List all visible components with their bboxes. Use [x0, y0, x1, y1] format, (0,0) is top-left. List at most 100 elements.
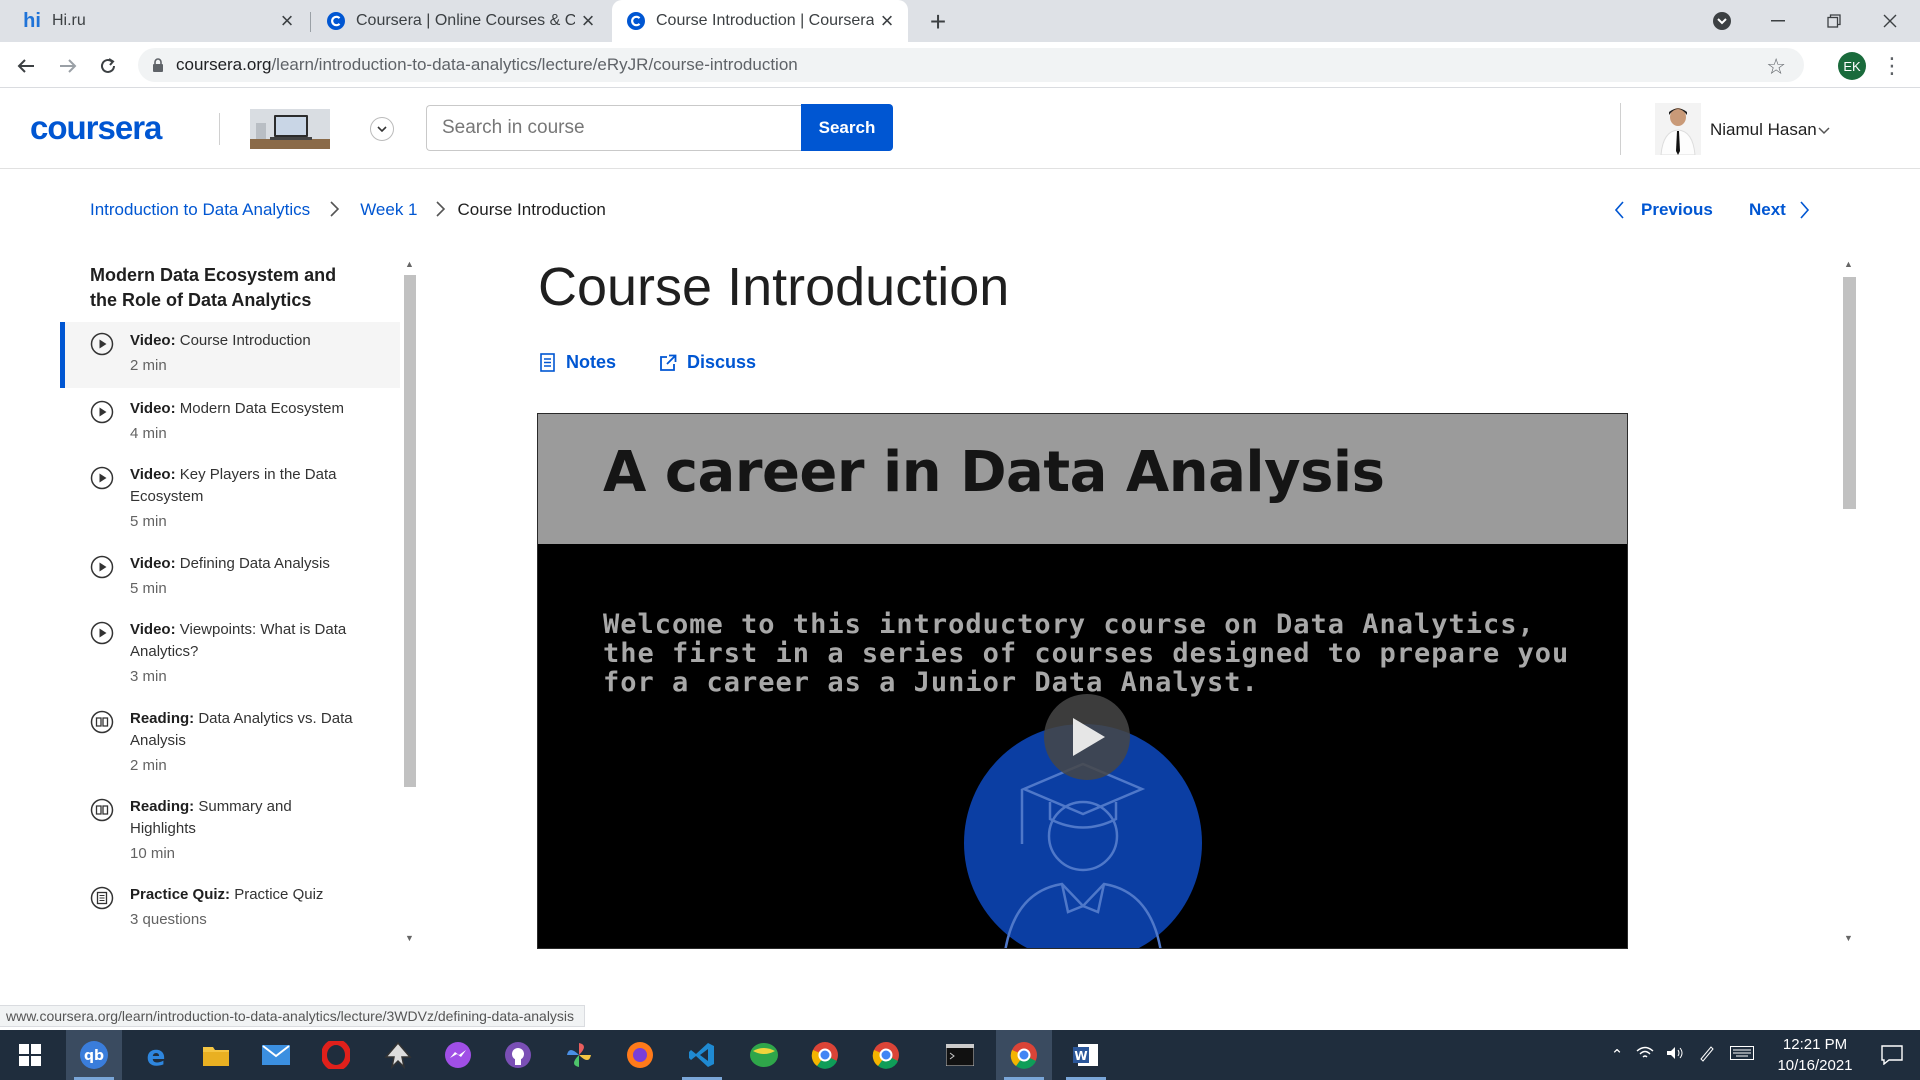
header-divider — [1620, 103, 1621, 155]
scroll-down-arrow-icon[interactable]: ▼ — [405, 933, 414, 943]
tab-coursera-home[interactable]: Coursera | Online Courses & Crec × — [312, 0, 609, 42]
minimize-window-icon[interactable] — [1750, 0, 1806, 42]
course-search-input[interactable] — [426, 105, 802, 151]
sidebar-item-practice-quiz[interactable]: Practice Quiz: Practice Quiz 3 questions — [60, 884, 400, 931]
notes-icon — [540, 352, 555, 372]
browser-menu-icon[interactable]: ⋮ — [1880, 52, 1904, 80]
tab-hi-ru[interactable]: hi Hi.ru × — [8, 0, 308, 42]
forward-arrow-icon[interactable] — [52, 50, 84, 82]
clock-date: 10/16/2021 — [1777, 1057, 1853, 1074]
module-sidebar: Modern Data Ecosystem and the Role of Da… — [60, 257, 420, 947]
chevron-right-icon — [435, 200, 446, 220]
chrome-ek-profile-icon[interactable] — [996, 1030, 1052, 1080]
user-avatar[interactable] — [1655, 103, 1701, 155]
breadcrumb-week-link[interactable]: Week 1 — [360, 200, 417, 220]
video-play-button[interactable] — [1044, 694, 1130, 780]
reload-icon[interactable] — [92, 50, 124, 82]
next-button[interactable]: Next — [1749, 200, 1810, 220]
sidebar-item-defining-data-analysis[interactable]: Video: Defining Data Analysis 5 min — [60, 553, 400, 600]
chevron-right-icon — [330, 200, 340, 220]
windows-start-icon[interactable] — [2, 1030, 58, 1080]
tab-course-introduction[interactable]: Course Introduction | Coursera × — [612, 0, 908, 42]
course-switcher-chevron-icon[interactable] — [370, 117, 394, 141]
touch-keyboard-icon[interactable] — [1724, 1046, 1760, 1064]
sidebar-item-course-introduction[interactable]: Video: Course Introduction 2 min — [60, 322, 400, 388]
bookmark-star-icon[interactable]: ☆ — [1766, 54, 1786, 80]
chrome-profile-icon[interactable] — [858, 1030, 914, 1080]
close-tab-icon[interactable]: × — [874, 8, 900, 34]
user-name[interactable]: Niamul Hasan — [1710, 120, 1817, 140]
back-arrow-icon[interactable] — [10, 50, 42, 82]
new-tab-button[interactable]: + — [922, 6, 954, 38]
firefox-icon[interactable] — [612, 1030, 668, 1080]
play-circle-icon — [90, 555, 114, 579]
vscode-icon[interactable] — [674, 1030, 730, 1080]
browser-profile-avatar[interactable]: EK — [1838, 52, 1866, 80]
breadcrumb-course-link[interactable]: Introduction to Data Analytics — [90, 200, 310, 220]
book-icon — [90, 710, 114, 734]
address-bar[interactable]: coursera.org/learn/introduction-to-data-… — [138, 48, 1804, 82]
pinwheel-app-icon[interactable] — [551, 1030, 607, 1080]
notes-button[interactable]: Notes — [540, 352, 616, 373]
word-icon[interactable]: W — [1058, 1030, 1114, 1080]
user-menu-chevron-icon[interactable] — [1818, 122, 1830, 138]
qbittorrent-icon[interactable]: qb — [66, 1030, 122, 1080]
show-hidden-icons-icon[interactable]: ⌃ — [1604, 1046, 1630, 1064]
github-desktop-icon[interactable] — [490, 1030, 546, 1080]
terminal-icon[interactable] — [932, 1030, 988, 1080]
scroll-up-arrow-icon[interactable]: ▲ — [1844, 259, 1853, 269]
address-toolbar: coursera.org/learn/introduction-to-data-… — [0, 42, 1920, 88]
play-circle-icon — [90, 466, 114, 490]
coursera-logo[interactable]: coursera — [30, 109, 162, 147]
sidebar-item-key-players[interactable]: Video: Key Players in the Data Ecosystem… — [60, 464, 400, 533]
breadcrumb: Introduction to Data Analytics Week 1 Co… — [90, 200, 606, 220]
wifi-icon[interactable] — [1630, 1046, 1660, 1064]
tab-title: Coursera | Online Courses & Crec — [356, 12, 575, 29]
messenger-icon[interactable] — [430, 1030, 486, 1080]
video-player[interactable]: A career in Data Analysis Welcome to thi… — [537, 413, 1628, 949]
sidebar-scrollbar[interactable]: ▲ ▼ — [401, 257, 419, 947]
course-thumbnail-image[interactable] — [250, 109, 330, 149]
mail-icon[interactable] — [248, 1030, 304, 1080]
content-scrollbar[interactable]: ▲ ▼ — [1840, 257, 1858, 947]
play-circle-icon — [90, 400, 114, 424]
discuss-button[interactable]: Discuss — [659, 352, 756, 373]
scroll-up-arrow-icon[interactable]: ▲ — [405, 259, 414, 269]
tab-search-icon[interactable] — [1694, 0, 1750, 42]
search-button[interactable]: Search — [801, 104, 893, 151]
sidebar-item-viewpoints[interactable]: Video: Viewpoints: What is Data Analytic… — [60, 619, 400, 688]
coursera-icon — [626, 11, 646, 31]
sidebar-item-data-analytics-vs-analysis[interactable]: Reading: Data Analytics vs. Data Analysi… — [60, 708, 400, 777]
scroll-down-arrow-icon[interactable]: ▼ — [1844, 933, 1853, 943]
lock-icon[interactable] — [152, 58, 164, 72]
inkscape-icon[interactable] — [370, 1030, 426, 1080]
browser-tab-bar: hi Hi.ru × Coursera | Online Courses & C… — [0, 0, 1920, 42]
module-title: Modern Data Ecosystem and the Role of Da… — [90, 265, 337, 310]
maps-globe-icon[interactable] — [736, 1030, 792, 1080]
url-text: coursera.org/learn/introduction-to-data-… — [176, 55, 798, 74]
previous-button[interactable]: Previous — [1615, 200, 1713, 220]
svg-text:W: W — [1074, 1049, 1087, 1063]
pen-icon[interactable] — [1690, 1044, 1724, 1066]
opera-icon[interactable] — [308, 1030, 364, 1080]
chevron-right-icon — [1800, 201, 1809, 219]
edge-icon[interactable]: e — [128, 1030, 184, 1080]
chevron-left-icon — [1615, 201, 1624, 219]
external-link-icon — [660, 354, 677, 371]
scrollbar-thumb[interactable] — [404, 275, 416, 787]
close-tab-icon[interactable]: × — [575, 8, 601, 34]
sidebar-item-summary-highlights[interactable]: Reading: Summary and Highlights 10 min — [60, 796, 400, 865]
action-center-icon[interactable] — [1864, 1030, 1920, 1080]
scrollbar-thumb[interactable] — [1843, 277, 1856, 509]
close-window-icon[interactable] — [1862, 0, 1918, 42]
chrome-icon[interactable] — [797, 1030, 853, 1080]
volume-icon[interactable] — [1660, 1046, 1690, 1064]
close-tab-icon[interactable]: × — [274, 8, 300, 34]
header-divider — [219, 113, 220, 145]
system-clock[interactable]: 12:21 PM 10/16/2021 — [1760, 1034, 1870, 1076]
file-explorer-icon[interactable] — [188, 1030, 244, 1080]
page-title: Course Introduction — [538, 257, 1010, 317]
video-heading: A career in Data Analysis — [603, 440, 1385, 505]
sidebar-item-modern-data-ecosystem[interactable]: Video: Modern Data Ecosystem 4 min — [60, 398, 400, 445]
restore-window-icon[interactable] — [1806, 0, 1862, 42]
